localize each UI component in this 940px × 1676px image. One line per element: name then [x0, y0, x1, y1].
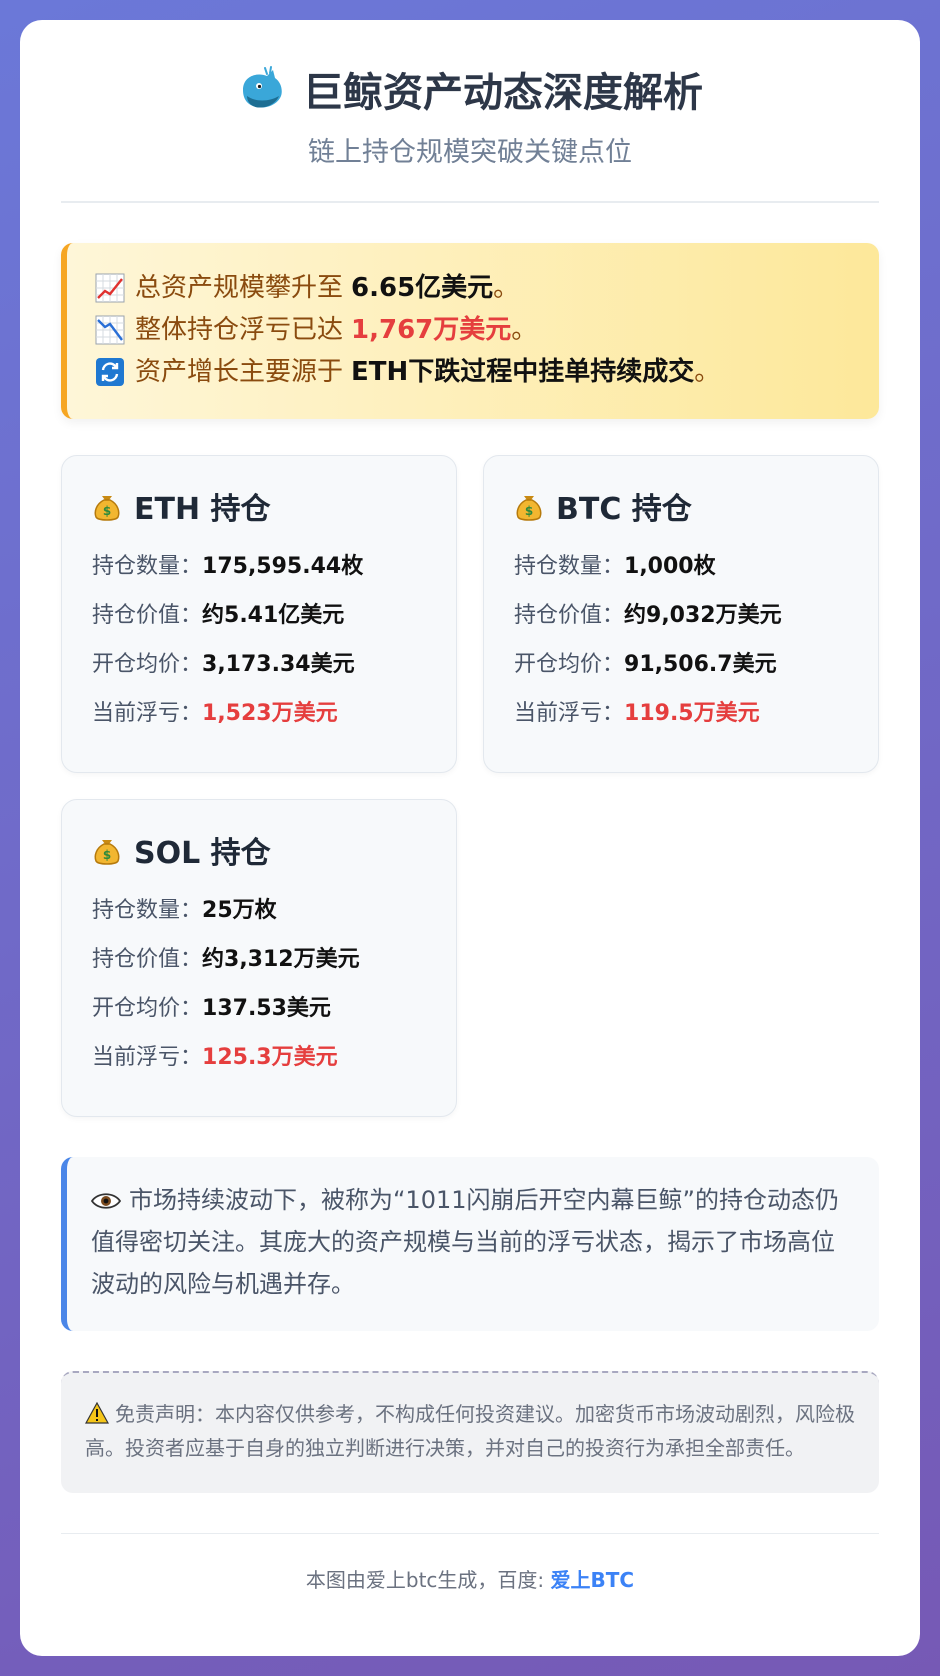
row-label: 当前浮亏： [514, 701, 625, 726]
row-label: 当前浮亏： [92, 701, 203, 726]
row-value: 175,595.44枚 [202, 554, 364, 579]
asset-row-avg-price: 开仓均价：137.53美元 [92, 984, 426, 1033]
asset-row-avg-price: 开仓均价：91,506.7美元 [514, 640, 848, 689]
footer: 本图由爱上btc生成，百度: 爱上BTC [61, 1564, 879, 1593]
svg-text:$: $ [103, 504, 111, 518]
row-label: 开仓均价： [92, 652, 203, 677]
asset-card-header: $ ETH 持仓 [92, 484, 426, 528]
assets-grid: $ ETH 持仓 持仓数量：175,595.44枚 持仓价值：约5.41亿美元 … [61, 455, 879, 1117]
summary-text: 整体持仓浮亏已达 [135, 315, 344, 345]
page-subtitle: 链上持仓规模突破关键点位 [308, 137, 632, 168]
row-value: 约3,312万美元 [202, 947, 360, 972]
eye-icon [91, 1193, 121, 1209]
summary-panel: 总资产规模攀升至 6.65亿美元 。 整体持仓浮亏已达 1,767万美元 。 资… [61, 243, 879, 419]
row-label: 持仓数量： [92, 554, 203, 579]
asset-row-value: 持仓价值：约3,312万美元 [92, 935, 426, 984]
row-value: 3,173.34美元 [202, 652, 355, 677]
row-value: 125.3万美元 [202, 1045, 338, 1070]
row-label: 开仓均价： [514, 652, 625, 677]
header-divider [61, 201, 879, 203]
row-value: 1,000枚 [624, 554, 716, 579]
row-value: 119.5万美元 [624, 701, 760, 726]
money-bag-icon: $ [94, 840, 120, 865]
asset-row-quantity: 持仓数量：1,000枚 [514, 542, 848, 591]
row-label: 当前浮亏： [92, 1045, 203, 1070]
asset-card-sol: $ SOL 持仓 持仓数量：25万枚 持仓价值：约3,312万美元 开仓均价：1… [61, 799, 457, 1117]
svg-text:$: $ [525, 504, 533, 518]
summary-highlight: 1,767万美元 [351, 315, 512, 345]
money-bag-icon: $ [516, 496, 542, 521]
row-label: 持仓数量： [514, 554, 625, 579]
footer-link[interactable]: 爱上BTC [551, 1568, 635, 1592]
asset-card-btc: $ BTC 持仓 持仓数量：1,000枚 持仓价值：约9,032万美元 开仓均价… [483, 455, 879, 773]
asset-card-header: $ SOL 持仓 [92, 828, 426, 872]
market-note: 市场持续波动下，被称为“1011闪崩后开空内幕巨鲸”的持仓动态仍值得密切关注。其… [61, 1157, 879, 1331]
whale-icon [243, 66, 282, 108]
summary-text: 总资产规模攀升至 [135, 273, 344, 303]
summary-suffix: 。 [694, 357, 721, 387]
asset-card-header: $ BTC 持仓 [514, 484, 848, 528]
chart-increasing-icon [95, 273, 125, 303]
summary-suffix: 。 [493, 273, 520, 303]
summary-suffix: 。 [511, 315, 538, 345]
row-value: 约5.41亿美元 [202, 603, 345, 628]
asset-row-value: 持仓价值：约9,032万美元 [514, 591, 848, 640]
money-bag-icon: $ [94, 496, 120, 521]
row-value: 1,523万美元 [202, 701, 338, 726]
asset-row-floating-loss: 当前浮亏：119.5万美元 [514, 689, 848, 738]
summary-highlight: ETH下跌过程中挂单持续成交 [351, 357, 695, 387]
row-value: 约9,032万美元 [624, 603, 782, 628]
row-label: 持仓数量： [92, 898, 203, 923]
summary-line-floating-loss: 整体持仓浮亏已达 1,767万美元 。 [95, 309, 851, 351]
summary-line-growth-source: 资产增长主要源于 ETH下跌过程中挂单持续成交 。 [95, 351, 851, 393]
header: 巨鲸资产动态深度解析 链上持仓规模突破关键点位 [61, 20, 879, 169]
summary-line-total-assets: 总资产规模攀升至 6.65亿美元 。 [95, 267, 851, 309]
asset-row-quantity: 持仓数量：25万枚 [92, 886, 426, 935]
asset-card-eth: $ ETH 持仓 持仓数量：175,595.44枚 持仓价值：约5.41亿美元 … [61, 455, 457, 773]
asset-row-avg-price: 开仓均价：3,173.34美元 [92, 640, 426, 689]
asset-row-floating-loss: 当前浮亏：125.3万美元 [92, 1033, 426, 1082]
warning-icon [85, 1402, 109, 1424]
refresh-icon [96, 358, 124, 386]
asset-row-value: 持仓价值：约5.41亿美元 [92, 591, 426, 640]
title-row: 巨鲸资产动态深度解析 [61, 60, 879, 118]
page-title: 巨鲸资产动态深度解析 [303, 70, 703, 116]
row-label: 持仓价值： [92, 947, 203, 972]
row-label: 开仓均价： [92, 996, 203, 1021]
row-label: 持仓价值： [92, 603, 203, 628]
row-value: 25万枚 [202, 898, 277, 923]
disclaimer: 免责声明：本内容仅供参考，不构成任何投资建议。加密货币市场波动剧烈，风险极高。投… [61, 1371, 879, 1493]
disclaimer-text: 免责声明：本内容仅供参考，不构成任何投资建议。加密货币市场波动剧烈，风险极高。投… [85, 1402, 855, 1460]
asset-title: ETH 持仓 [134, 492, 271, 527]
footer-divider [61, 1533, 879, 1534]
summary-text: 资产增长主要源于 [135, 357, 344, 387]
asset-title: SOL 持仓 [134, 836, 271, 871]
row-value: 91,506.7美元 [624, 652, 777, 677]
asset-title: BTC 持仓 [556, 492, 692, 527]
row-label: 持仓价值： [514, 603, 625, 628]
note-text: 市场持续波动下，被称为“1011闪崩后开空内幕巨鲸”的持仓动态仍值得密切关注。其… [91, 1186, 839, 1298]
main-card: 巨鲸资产动态深度解析 链上持仓规模突破关键点位 总资产规模攀升至 6.65亿美元… [20, 20, 920, 1656]
asset-row-quantity: 持仓数量：175,595.44枚 [92, 542, 426, 591]
row-value: 137.53美元 [202, 996, 331, 1021]
summary-highlight: 6.65亿美元 [351, 273, 494, 303]
footer-text: 本图由爱上btc生成，百度: [305, 1568, 551, 1592]
asset-row-floating-loss: 当前浮亏：1,523万美元 [92, 689, 426, 738]
chart-decreasing-icon [95, 315, 125, 345]
svg-text:$: $ [103, 848, 111, 862]
